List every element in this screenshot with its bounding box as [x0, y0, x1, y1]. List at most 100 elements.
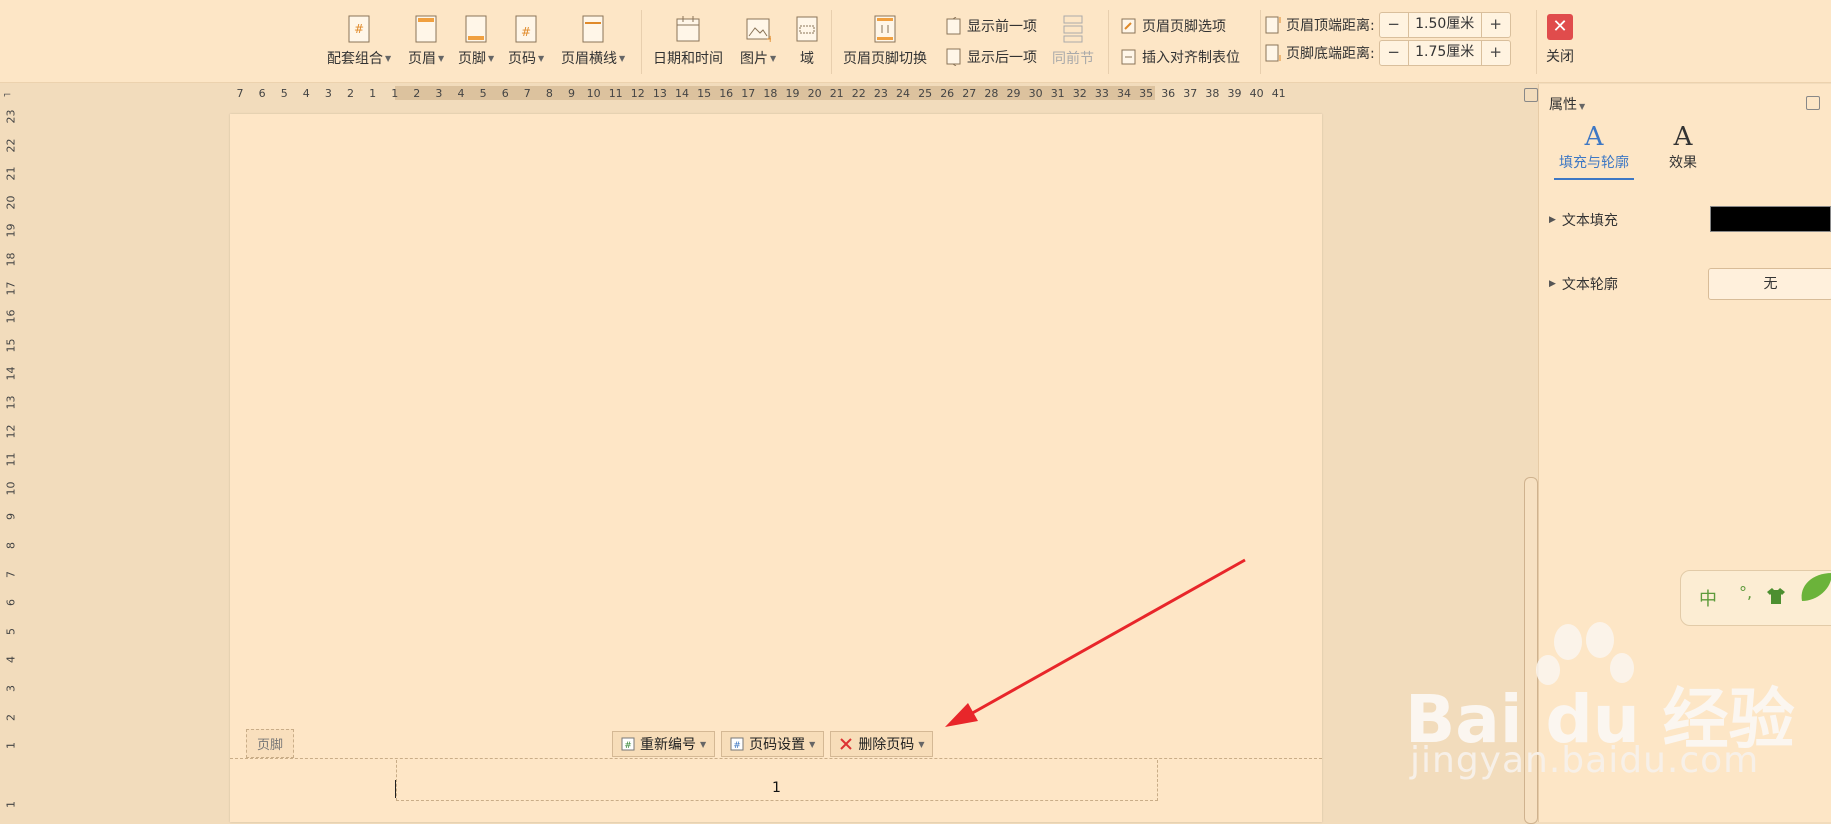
ime-mode-toggle[interactable]: 中: [1699, 585, 1717, 611]
ruler-tick: 13: [4, 395, 18, 410]
same-section-icon: [1063, 15, 1083, 43]
set-combo-icon: #: [348, 15, 370, 43]
ruler-tick: 27: [962, 87, 977, 100]
page-number-icon: #: [515, 15, 537, 43]
renumber-button[interactable]: # 重新编号 ▼: [612, 731, 716, 757]
footer-tag: 页脚: [246, 729, 295, 758]
header-line-button[interactable]: 页眉横线 ▼: [561, 14, 625, 68]
header-distance-decrease[interactable]: −: [1380, 13, 1408, 37]
ruler-tick: 10: [4, 481, 18, 496]
ruler-tick: 22: [851, 87, 866, 100]
ruler-tick: 37: [1183, 87, 1198, 100]
footer-button[interactable]: 页脚 ▼: [458, 14, 494, 68]
svg-text:#: #: [521, 25, 531, 39]
ruler-tick: 6: [501, 87, 509, 100]
ruler-tick: 3: [4, 685, 18, 692]
ruler-tick: 26: [940, 87, 955, 100]
ruler-tick: 11: [4, 452, 18, 467]
panel-title[interactable]: 属性 ▼: [1549, 94, 1585, 114]
ruler-tick: 12: [4, 424, 18, 439]
ruler-tick: 25: [918, 87, 933, 100]
page-number-settings-button[interactable]: # 页码设置 ▼: [721, 731, 825, 757]
delete-page-number-button[interactable]: 删除页码 ▼: [830, 731, 934, 757]
switch-header-footer-button[interactable]: 页眉页脚切换: [843, 14, 927, 68]
ruler-tick: 40: [1249, 87, 1264, 100]
ruler-tick: 23: [4, 109, 18, 124]
ime-leaf-icon: [1801, 573, 1831, 601]
ruler-tick: 28: [984, 87, 999, 100]
ime-punctuation-toggle[interactable]: °,: [1739, 583, 1752, 602]
tab-fill-outline[interactable]: A 填充与轮廓: [1554, 122, 1634, 180]
ruler-tick: 23: [873, 87, 888, 100]
text-outline-dropdown[interactable]: 无: [1708, 268, 1831, 300]
text-effect-icon: A: [1673, 122, 1693, 152]
field-button[interactable]: 域: [794, 14, 820, 68]
header-footer-options-button[interactable]: 页眉页脚选项: [1120, 16, 1226, 36]
picture-icon: +: [746, 18, 771, 44]
ruler-tick: 21: [829, 87, 844, 100]
switch-icon: [874, 15, 896, 43]
header-distance-input[interactable]: 1.50厘米: [1407, 13, 1482, 37]
renumber-icon: #: [621, 737, 635, 751]
ruler-tick: 33: [1094, 87, 1109, 100]
ruler-tick: 17: [741, 87, 756, 100]
split-view-icon[interactable]: [1524, 88, 1538, 102]
ruler-tick: 18: [4, 252, 18, 267]
ruler-tick: 2: [4, 713, 18, 721]
date-time-button[interactable]: 日期和时间: [653, 14, 723, 68]
prev-item-icon: [946, 17, 961, 35]
header-distance-increase[interactable]: +: [1482, 13, 1510, 37]
same-as-prev-button[interactable]: 同前节: [1052, 14, 1094, 68]
align-tab-icon: [1121, 49, 1136, 65]
ruler-tick: 12: [630, 87, 645, 100]
ruler-tick: 24: [896, 87, 910, 100]
show-prev-button[interactable]: 显示前一项: [945, 16, 1037, 36]
text-fill-color-swatch[interactable]: [1710, 206, 1831, 232]
ruler-tick: 9: [568, 87, 575, 100]
page-number-text[interactable]: 1: [772, 780, 781, 796]
annotation-arrow-icon: [945, 558, 1246, 727]
ruler-tick: 38: [1205, 87, 1220, 100]
ruler-tick: 39: [1227, 87, 1242, 100]
ruler-tick: 16: [4, 309, 18, 324]
header-button[interactable]: 页眉 ▼: [408, 14, 444, 68]
ruler-tick: 36: [1161, 87, 1176, 100]
text-fill-row[interactable]: ▶ 文本填充: [1549, 210, 1618, 230]
vertical-ruler[interactable]: 23 22 21 20 19 18 17 16 15 14 13 12 11 10 9 8 7 6 5 4 3 2 1 1: [0, 110, 20, 822]
ruler-tick: 2: [347, 87, 354, 100]
ruler-tick: 3: [324, 87, 332, 100]
ruler-tick: 14: [675, 87, 689, 100]
tab-effect[interactable]: A 效果: [1643, 122, 1723, 172]
ruler-tick: 3: [435, 87, 443, 100]
ruler-tick: 16: [719, 87, 734, 100]
options-icon: [1121, 18, 1136, 34]
ime-toolbar: 中 °,: [1680, 570, 1831, 626]
ruler-tick: 20: [807, 87, 822, 100]
close-header-footer-button[interactable]: ✕ 关闭: [1546, 14, 1574, 66]
ruler-tick: 10: [586, 87, 601, 100]
ruler-tick: 7: [523, 87, 531, 100]
header-icon: [415, 15, 437, 43]
ruler-tick: 5: [479, 87, 487, 100]
ruler-tick: 7: [236, 87, 244, 100]
expand-triangle-icon: ▶: [1549, 279, 1556, 289]
ruler-tick: 5: [4, 627, 18, 635]
footer-distance-increase[interactable]: +: [1482, 41, 1510, 65]
show-next-button[interactable]: 显示后一项: [945, 47, 1037, 67]
skin-icon[interactable]: [1766, 587, 1786, 605]
ruler-tick: 14: [4, 366, 18, 381]
picture-button[interactable]: + 图片 ▼: [740, 14, 776, 68]
ruler-tick: 7: [4, 570, 18, 578]
text-outline-row[interactable]: ▶ 文本轮廓: [1549, 274, 1618, 294]
ruler-tick: 35: [1139, 87, 1154, 100]
ruler-tick: 18: [763, 87, 778, 100]
horizontal-ruler[interactable]: 7 6 5 4 3 2 1 1 2 3 4 5 6 7 8 9 10 11 12 13 14 15 16 17 18 19 20 21…: [230, 84, 1330, 104]
lock-icon[interactable]: [1806, 96, 1820, 110]
ruler-tick: 30: [1028, 87, 1043, 100]
page-number-button[interactable]: # 页码 ▼: [508, 14, 544, 68]
insert-align-tab-button[interactable]: 插入对齐制表位: [1120, 47, 1240, 67]
footer-distance-decrease[interactable]: −: [1380, 41, 1408, 65]
ruler-tick: 8: [4, 542, 18, 549]
set-combo-button[interactable]: # 配套组合 ▼: [327, 14, 391, 68]
footer-distance-input[interactable]: 1.75厘米: [1407, 41, 1482, 65]
